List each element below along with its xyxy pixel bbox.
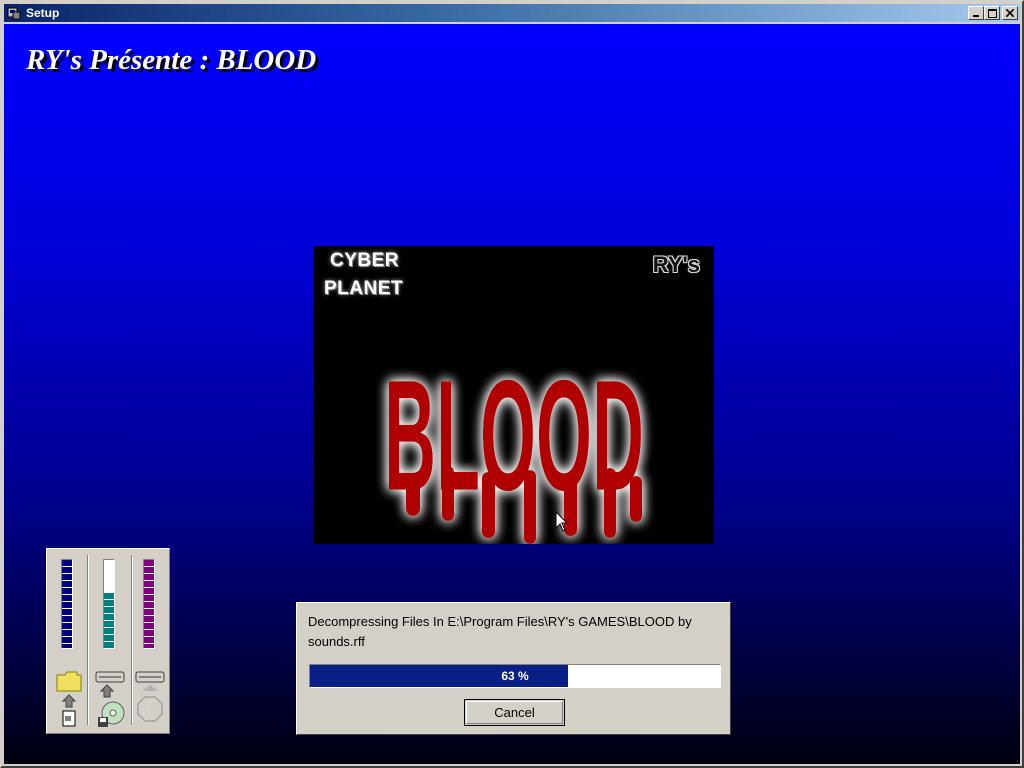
mouse-cursor-icon [555,511,569,532]
source-disk-gauge [103,559,115,649]
maximize-icon [987,8,997,18]
splash-image: CYBER PLANET RY's BLOOD [314,246,714,544]
drive-icon [95,671,125,727]
setup-background: RY's Présente : BLOOD CYBER PLANET RY's … [4,24,1020,764]
progress-percent: 63 % [501,669,529,683]
disk-gauges-panel: Low [46,548,170,734]
gauge-fill [104,593,114,648]
low-badge-text: Low [141,705,160,715]
gauge-divider [131,555,133,725]
window-controls [968,6,1018,20]
close-button[interactable] [1002,6,1018,20]
setup-window: Setup RY's Présente : BLOOD CYBER PLANET… [0,0,1024,768]
progress-dialog: Decompressing Files In E:\Program Files\… [296,602,731,735]
setup-installer-icon [6,5,22,21]
blood-logo: BLOOD [384,347,644,544]
low-badge-icon: Low [135,671,165,722]
gauge-fill [144,560,154,648]
window-title: Setup [26,6,60,20]
minimize-button[interactable] [968,6,984,20]
gauge-divider [87,555,89,725]
cancel-button[interactable]: Cancel [464,699,565,726]
progress-bar: 63 % [309,664,721,688]
minimize-icon [973,15,979,17]
destination-disk-gauge [61,559,73,649]
maximize-button[interactable] [984,6,1000,20]
gauge-fill [62,560,72,648]
setup-heading: RY's Présente : BLOOD [26,44,317,76]
memory-gauge [143,559,155,649]
close-icon [1006,9,1014,17]
folder-icon [56,671,82,727]
cancel-button-label: Cancel [494,705,535,720]
progress-message: Decompressing Files In E:\Program Files\… [308,614,692,649]
title-bar[interactable]: Setup [4,4,1020,22]
